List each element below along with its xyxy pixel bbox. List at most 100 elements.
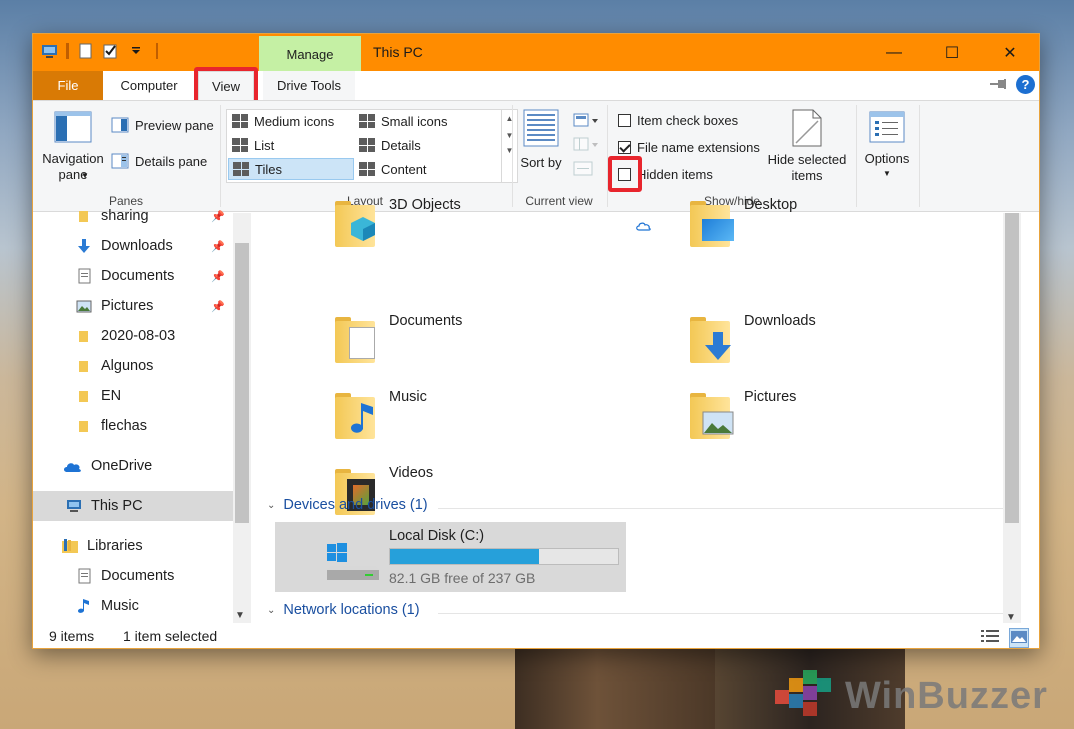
ribbon: Navigation pane ▼ Preview pane Details p… [33, 100, 1039, 212]
libraries-icon [61, 538, 79, 554]
pin-ribbon-icon[interactable] [990, 77, 1008, 92]
pin-icon: 📌 [211, 210, 225, 223]
options-button[interactable]: Options ▼ [861, 111, 913, 191]
folder-tile-desktop[interactable]: Desktop [688, 197, 1028, 257]
nav-item-documents[interactable]: Documents 📌 [33, 261, 233, 291]
file-list-scroll-down-icon[interactable]: ▼ [1006, 612, 1016, 623]
window-controls: — ☐ ✕ [865, 34, 1039, 71]
folder-name: Music [389, 389, 427, 405]
layout-details[interactable]: Details [355, 134, 495, 156]
nav-item-downloads[interactable]: Downloads 📌 [33, 231, 233, 261]
folder-tile-music[interactable]: Music [333, 389, 673, 449]
layout-small-icons[interactable]: Small icons [355, 110, 495, 132]
nav-item-libraries[interactable]: Libraries [33, 531, 233, 561]
status-bar: 9 items 1 item selected [33, 623, 1039, 648]
details-pane-button[interactable]: Details pane [111, 153, 207, 169]
nav-scroll-down-icon[interactable]: ▼ [235, 610, 245, 621]
close-button[interactable]: ✕ [981, 34, 1039, 71]
layout-scroll-up-icon[interactable]: ▲ [502, 114, 517, 123]
tab-drive-tools[interactable]: Drive Tools [263, 71, 355, 100]
nav-item-label: 2020-08-03 [101, 328, 176, 344]
collapse-chevron-icon[interactable]: ⌄ [267, 500, 275, 511]
ribbon-tab-row: File Computer View Drive Tools ? [33, 67, 1039, 105]
section-divider [438, 613, 1003, 614]
layout-list-label: List [254, 137, 275, 153]
nav-item-library-documents[interactable]: Documents [33, 561, 233, 591]
drive-tile-local-disk-c[interactable]: Local Disk (C:) 82.1 GB free of 237 GB [275, 522, 626, 592]
section-network-locations[interactable]: ⌄ Network locations (1) [267, 602, 420, 618]
pin-icon: 📌 [211, 240, 225, 253]
nav-item-label: Documents [101, 268, 175, 284]
list-icon [232, 138, 248, 152]
navigation-pane-label: Navigation pane [42, 151, 104, 182]
layout-medium-icons[interactable]: Medium icons [228, 110, 352, 132]
checklist-icon[interactable] [102, 42, 119, 60]
section-devices-and-drives[interactable]: ⌄ Devices and drives (1) [267, 497, 428, 513]
folder-name: Downloads [744, 313, 816, 329]
navigation-pane-icon [54, 111, 92, 143]
item-check-boxes-option[interactable]: Item check boxes [618, 113, 738, 128]
drive-usage-fill [390, 549, 540, 564]
properties-icon[interactable] [77, 42, 94, 60]
nav-scroll-thumb[interactable] [235, 243, 249, 523]
section-divider [438, 508, 1003, 509]
size-columns-icon[interactable] [573, 161, 595, 180]
nav-item-sharing[interactable]: sharing 📌 [33, 201, 233, 231]
nav-item-pictures[interactable]: Pictures 📌 [33, 291, 233, 321]
item-check-boxes-checkbox[interactable] [618, 114, 631, 127]
watermark: WinBuzzer [775, 670, 1048, 722]
layout-expand-icon[interactable]: ▼ [502, 146, 517, 155]
layout-tiles[interactable]: Tiles [228, 158, 354, 180]
folder-name: Videos [389, 465, 434, 481]
hide-selected-items-label: Hide selected items [767, 152, 847, 183]
file-list-scroll-thumb[interactable] [1005, 213, 1019, 523]
folder-tile-documents[interactable]: Documents [333, 313, 673, 373]
large-icons-view-icon[interactable] [1009, 628, 1029, 648]
small-icons-icon [359, 114, 375, 128]
minimize-button[interactable]: — [865, 34, 923, 71]
folder-icon [75, 358, 93, 374]
navigation-pane-scrollbar[interactable]: ▼ [233, 213, 251, 623]
customize-qat-icon[interactable] [127, 42, 144, 60]
details-view-icon[interactable] [981, 629, 999, 646]
details-pane-label: Details pane [135, 153, 208, 169]
layout-list[interactable]: List [228, 134, 352, 156]
nav-item-en[interactable]: EN [33, 381, 233, 411]
nav-item-algunos[interactable]: Algunos [33, 351, 233, 381]
hide-selected-items-button[interactable]: Hide selected items [763, 109, 851, 189]
tab-file[interactable]: File [33, 71, 103, 100]
sort-by-button[interactable]: Sort by [519, 109, 563, 189]
nav-item-label: Downloads [101, 238, 173, 254]
tabrow-right-controls: ? [990, 75, 1035, 94]
preview-pane-button[interactable]: Preview pane [111, 117, 214, 133]
content-icon [359, 162, 375, 176]
layout-content[interactable]: Content [355, 158, 495, 180]
nav-item-this-pc[interactable]: This PC [33, 491, 233, 521]
sort-by-icon [523, 109, 559, 147]
folder-tile-downloads[interactable]: Downloads [688, 313, 1028, 373]
layout-tiles-label: Tiles [255, 161, 282, 177]
folder-icon [75, 418, 93, 434]
nav-item-onedrive[interactable]: OneDrive [33, 451, 233, 481]
this-pc-icon[interactable] [41, 42, 58, 60]
file-list-scrollbar[interactable]: ▼ [1003, 213, 1021, 623]
help-button[interactable]: ? [1016, 75, 1035, 94]
folder-tile-videos[interactable]: Videos [333, 465, 673, 525]
folder-tile-pictures[interactable]: Pictures [688, 389, 1028, 449]
file-name-extensions-option[interactable]: File name extensions [618, 140, 760, 155]
tab-computer[interactable]: Computer [107, 71, 191, 100]
folder-tile-3d-objects[interactable]: 3D Objects [333, 197, 673, 257]
add-columns-icon[interactable] [573, 137, 599, 156]
nav-item-library-music[interactable]: Music [33, 591, 233, 621]
watermark-text: WinBuzzer [845, 674, 1048, 717]
nav-item-flechas[interactable]: flechas [33, 411, 233, 441]
nav-item-2020-08-03[interactable]: 2020-08-03 [33, 321, 233, 351]
layout-gallery-scroll[interactable]: ▲ ▼ ▼ [502, 109, 518, 183]
layout-scroll-down-icon[interactable]: ▼ [502, 131, 517, 140]
navigation-pane-button[interactable]: Navigation pane [39, 111, 107, 189]
file-name-extensions-checkbox[interactable] [618, 141, 631, 154]
content-area: sharing 📌 Downloads 📌 Documents 📌 Pictur… [33, 197, 1039, 623]
maximize-button[interactable]: ☐ [923, 34, 981, 71]
collapse-chevron-icon[interactable]: ⌄ [267, 605, 275, 616]
group-by-icon[interactable] [573, 113, 599, 132]
